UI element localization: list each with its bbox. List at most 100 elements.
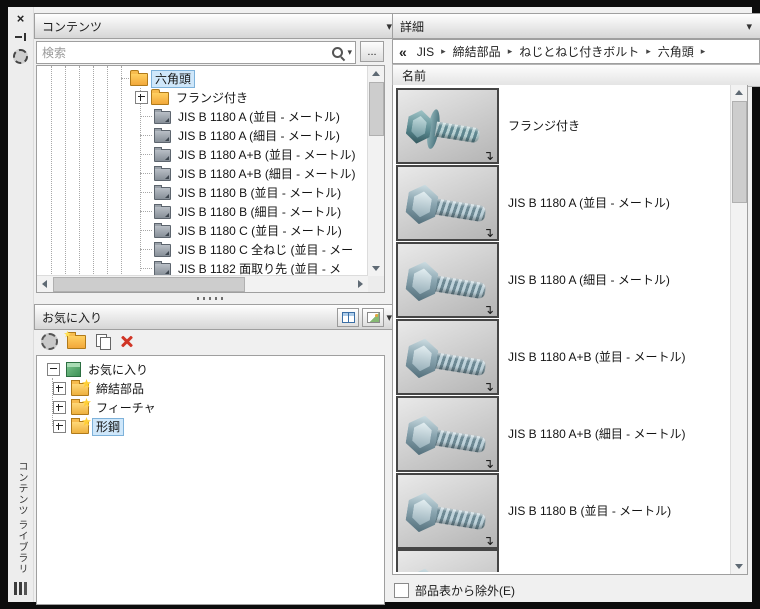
expand-plus-icon[interactable] xyxy=(53,401,66,414)
tree-item[interactable]: 六角頭 xyxy=(37,69,368,88)
tree-item[interactable]: フランジ付き xyxy=(37,88,368,107)
horizontal-scroll-thumb[interactable] xyxy=(53,277,245,292)
favorites-thumbnail-view-button[interactable] xyxy=(362,307,385,327)
delete-icon[interactable] xyxy=(120,335,134,349)
expand-plus-icon[interactable] xyxy=(135,91,148,104)
scroll-up-icon[interactable] xyxy=(368,66,383,81)
chevron-right-icon[interactable]: ▸ xyxy=(441,46,446,57)
favorites-item[interactable]: フィーチャ xyxy=(37,398,384,417)
tree-item[interactable]: JIS B 1180 A (並目 - メートル) xyxy=(37,107,368,126)
new-folder-icon[interactable] xyxy=(67,331,86,349)
tree-item[interactable]: JIS B 1180 C (並目 - メートル) xyxy=(37,221,368,240)
auto-hide-pin-icon xyxy=(14,31,27,43)
part-thumbnail[interactable] xyxy=(396,549,499,572)
folder-icon xyxy=(130,70,148,86)
search-icon[interactable] xyxy=(331,46,345,60)
favorites-root-icon xyxy=(66,362,81,377)
tree-item[interactable]: JIS B 1180 A+B (並目 - メートル) xyxy=(37,145,368,164)
favorites-item[interactable]: 締結部品 xyxy=(37,379,384,398)
name-column-label: 名前 xyxy=(402,69,427,83)
library-icon xyxy=(14,582,27,595)
part-thumbnail[interactable]: ↴ xyxy=(396,318,499,395)
part-category-icon xyxy=(154,242,171,257)
part-category-icon xyxy=(154,147,171,162)
content-tree-horizontal-scrollbar[interactable] xyxy=(37,275,368,292)
part-thumbnail[interactable]: ↴ xyxy=(396,472,499,549)
name-column-header[interactable]: 名前 xyxy=(392,64,760,87)
flange-bolt-image xyxy=(404,104,494,161)
hex-bolt-image xyxy=(404,258,494,315)
details-vertical-scrollbar[interactable] xyxy=(730,85,747,574)
chevron-right-icon[interactable]: ▸ xyxy=(646,46,651,57)
detail-row[interactable]: ↴ JIS B 1180 A (並目 - メートル) xyxy=(393,164,731,241)
content-tree-vertical-scrollbar[interactable] xyxy=(367,66,384,276)
expand-plus-icon[interactable] xyxy=(53,420,66,433)
back-icon[interactable]: « xyxy=(399,44,407,60)
panel-splitter[interactable] xyxy=(34,294,386,303)
family-corner-icon: ↴ xyxy=(483,224,494,240)
hex-bolt-image xyxy=(404,489,494,546)
part-category-icon xyxy=(154,128,171,143)
hex-bolt-image xyxy=(404,412,494,469)
tree-item[interactable]: JIS B 1180 B (並目 - メートル) xyxy=(37,183,368,202)
exclude-bom-checkbox[interactable] xyxy=(394,582,409,598)
contents-panel-title: コンテンツ xyxy=(42,19,103,34)
breadcrumb-item[interactable]: ねじとねじ付きボルト xyxy=(517,43,641,60)
search-box: ▾ xyxy=(36,41,356,64)
detail-row[interactable]: ↴ フランジ付き xyxy=(393,87,731,164)
detail-row-partial[interactable] xyxy=(393,549,731,572)
auto-hide-button[interactable] xyxy=(12,29,29,45)
details-menu-chevron-down-icon[interactable]: ▾ xyxy=(744,20,754,33)
tree-item[interactable]: JIS B 1180 C 全ねじ (並目 - メー xyxy=(37,240,368,259)
chevron-right-icon[interactable]: ▸ xyxy=(701,46,706,57)
part-thumbnail[interactable]: ↴ xyxy=(396,241,499,318)
starred-folder-icon xyxy=(71,399,89,415)
scroll-up-icon[interactable] xyxy=(731,85,746,100)
gear-icon xyxy=(13,48,28,64)
chevron-right-icon[interactable]: ▸ xyxy=(508,46,513,57)
collapse-minus-icon[interactable] xyxy=(47,363,60,376)
scroll-down-icon[interactable] xyxy=(368,261,383,276)
details-footer: 部品表から除外(E) xyxy=(392,580,746,600)
vertical-scroll-thumb[interactable] xyxy=(732,101,747,203)
breadcrumb-item[interactable]: 六角頭 xyxy=(656,43,696,60)
detail-row[interactable]: ↴ JIS B 1180 A (細目 - メートル) xyxy=(393,241,731,318)
browse-more-button[interactable]: ... xyxy=(360,41,384,62)
detail-row[interactable]: ↴ JIS B 1180 A+B (並目 - メートル) xyxy=(393,318,731,395)
tree-item[interactable]: JIS B 1182 面取り先 (並目 - メ xyxy=(37,259,368,276)
close-button[interactable]: × xyxy=(12,10,29,26)
hex-bolt-image xyxy=(404,335,494,392)
tree-item[interactable]: JIS B 1180 A (細目 - メートル) xyxy=(37,126,368,145)
part-thumbnail[interactable]: ↴ xyxy=(396,87,499,164)
favorites-table-view-button[interactable] xyxy=(337,307,360,327)
part-category-icon xyxy=(154,166,171,181)
part-thumbnail[interactable]: ↴ xyxy=(396,164,499,241)
scroll-right-icon[interactable] xyxy=(353,276,368,291)
favorites-root-item[interactable]: お気に入り xyxy=(37,360,384,379)
family-corner-icon: ↴ xyxy=(483,378,494,394)
breadcrumb-item[interactable]: 締結部品 xyxy=(451,43,503,60)
part-thumbnail[interactable]: ↴ xyxy=(396,395,499,472)
hex-bolt-image xyxy=(404,181,494,238)
scroll-left-icon[interactable] xyxy=(37,276,52,291)
search-options-chevron-down-icon[interactable]: ▾ xyxy=(347,47,352,58)
search-input[interactable] xyxy=(37,45,332,60)
copy-icon[interactable] xyxy=(95,334,111,350)
breadcrumb-item[interactable]: JIS xyxy=(415,45,436,59)
favorites-toolbar xyxy=(34,329,393,354)
part-category-icon xyxy=(154,223,171,238)
add-favorites-group-gear-icon[interactable] xyxy=(41,333,58,350)
vertical-scroll-thumb[interactable] xyxy=(369,82,384,136)
part-category-icon xyxy=(154,109,171,124)
content-tree-viewport: 六角頭 フランジ付き JIS B 1180 A (並目 - メートル) JIS … xyxy=(37,66,368,276)
favorites-item[interactable]: 形鋼 xyxy=(37,417,384,436)
expand-plus-icon[interactable] xyxy=(53,382,66,395)
detail-row[interactable]: ↴ JIS B 1180 A+B (細目 - メートル) xyxy=(393,395,731,472)
tree-item[interactable]: JIS B 1180 B (細目 - メートル) xyxy=(37,202,368,221)
properties-button[interactable] xyxy=(12,48,29,64)
tree-item[interactable]: JIS B 1180 A+B (細目 - メートル) xyxy=(37,164,368,183)
scroll-down-icon[interactable] xyxy=(731,559,746,574)
breadcrumb: « JIS ▸ 締結部品 ▸ ねじとねじ付きボルト ▸ 六角頭 ▸ xyxy=(392,39,760,64)
favorites-tree: お気に入り 締結部品 フィーチャ 形鋼 xyxy=(36,355,385,605)
detail-row[interactable]: ↴ JIS B 1180 B (並目 - メートル) xyxy=(393,472,731,549)
